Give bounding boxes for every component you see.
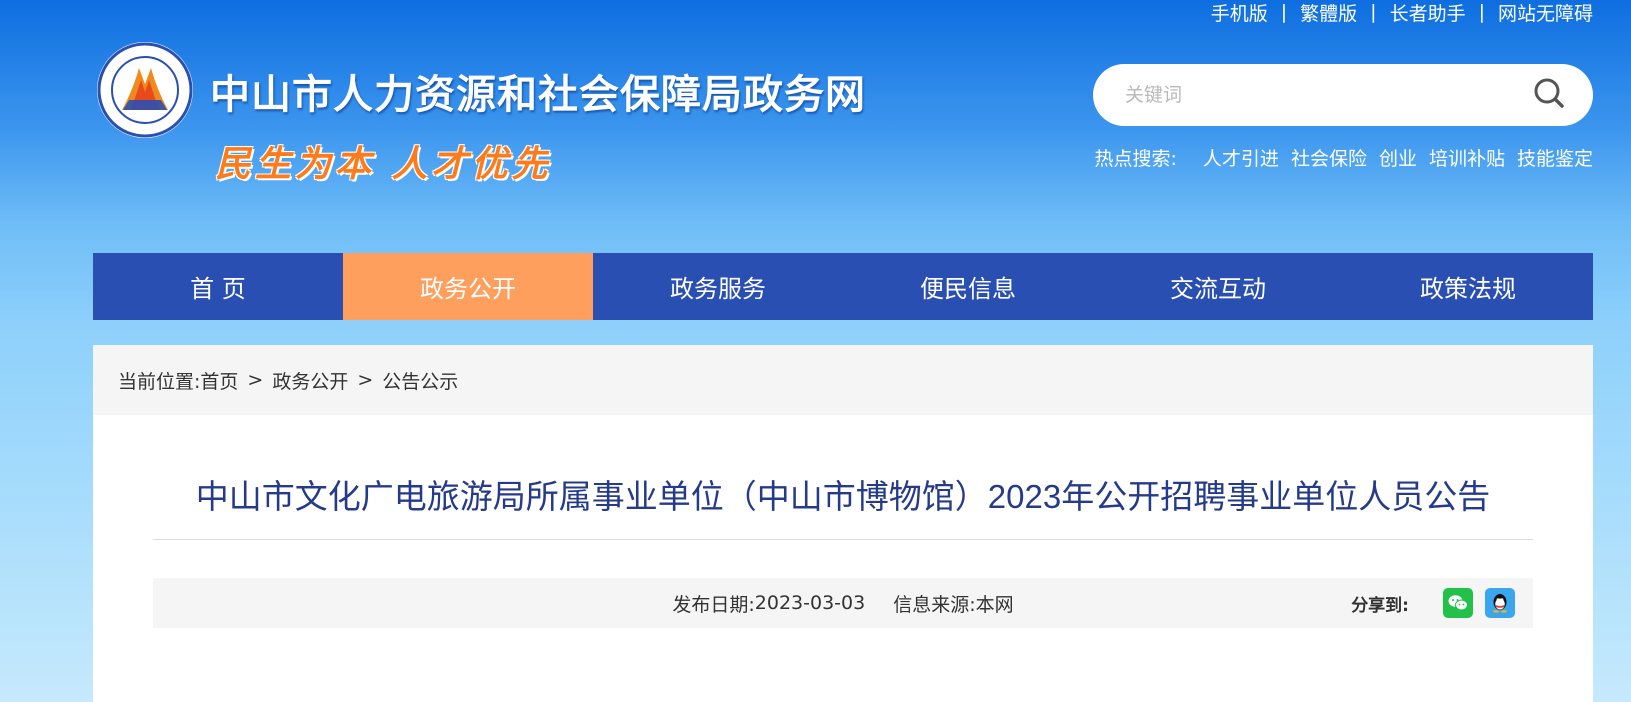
hot-search-label: 热点搜索:	[1094, 148, 1177, 170]
breadcrumb-separator: >	[357, 369, 374, 391]
source-value: 本网	[975, 593, 1014, 616]
share-label: 分享到:	[1351, 595, 1409, 616]
article-meta-bar: 发布日期: 2023-03-03 信息来源: 本网 分享到:	[153, 578, 1533, 628]
nav-government-services[interactable]: 政务服务	[593, 253, 843, 320]
share-bar: 分享到:	[1351, 578, 1515, 628]
site-title: 中山市人力资源和社会保障局政务网	[210, 72, 866, 118]
accessibility-link[interactable]: 网站无障碍	[1498, 0, 1593, 26]
separator: |	[1478, 1, 1485, 23]
nav-interaction[interactable]: 交流互动	[1093, 253, 1343, 320]
search-button[interactable]	[1519, 65, 1579, 125]
site-slogan: 民生为本 人才优先	[215, 143, 552, 185]
nav-public-info[interactable]: 便民信息	[843, 253, 1093, 320]
breadcrumb-government-affairs[interactable]: 政务公开	[272, 367, 348, 394]
breadcrumb-announcements[interactable]: 公告公示	[382, 367, 458, 394]
wechat-share-icon[interactable]	[1443, 588, 1473, 618]
publish-date-label: 发布日期:	[672, 593, 755, 616]
nav-government-affairs[interactable]: 政务公开	[343, 253, 593, 320]
top-links: 手机版 | 繁體版 | 长者助手 | 网站无障碍	[1211, 0, 1593, 26]
bureau-emblem-logo[interactable]	[95, 40, 195, 140]
search-input[interactable]	[1125, 84, 1519, 106]
traditional-chinese-link[interactable]: 繁體版	[1300, 0, 1357, 26]
separator: |	[1370, 1, 1377, 23]
hot-search-skill-appraisal[interactable]: 技能鉴定	[1517, 144, 1593, 171]
qq-share-icon[interactable]	[1485, 588, 1515, 618]
hot-search-social-insurance[interactable]: 社会保险	[1291, 144, 1367, 171]
separator: |	[1280, 1, 1288, 23]
source-label: 信息来源:	[893, 593, 976, 616]
mobile-version-link[interactable]: 手机版	[1211, 0, 1268, 26]
search-icon	[1532, 76, 1566, 114]
main-nav: 首 页 政务公开 政务服务 便民信息 交流互动 政策法规	[93, 253, 1593, 320]
hot-search: 热点搜索: 人才引进 社会保险 创业 培训补贴 技能鉴定	[1095, 144, 1593, 171]
hot-search-talent[interactable]: 人才引进	[1203, 144, 1279, 171]
publish-date: 2023-03-03	[754, 592, 866, 614]
article-title: 中山市文化广电旅游局所属事业单位（中山市博物馆）2023年公开招聘事业单位人员公…	[195, 478, 1491, 515]
breadcrumb-label: 当前位置:	[118, 370, 201, 393]
hot-search-training-subsidy[interactable]: 培训补贴	[1429, 144, 1505, 171]
nav-home[interactable]: 首 页	[93, 253, 343, 320]
breadcrumb-separator: >	[247, 369, 264, 391]
search-box	[1093, 64, 1593, 126]
elderly-assistant-link[interactable]: 长者助手	[1390, 0, 1466, 26]
title-divider	[153, 539, 1533, 540]
content-panel: 当前位置: 首页 > 政务公开 > 公告公示 中山市文化广电旅游局所属事业单位（…	[93, 345, 1593, 702]
breadcrumb-home[interactable]: 首页	[200, 367, 238, 394]
breadcrumb: 当前位置: 首页 > 政务公开 > 公告公示	[93, 345, 1593, 415]
nav-policies[interactable]: 政策法规	[1343, 253, 1593, 320]
hot-search-entrepreneurship[interactable]: 创业	[1379, 144, 1417, 171]
